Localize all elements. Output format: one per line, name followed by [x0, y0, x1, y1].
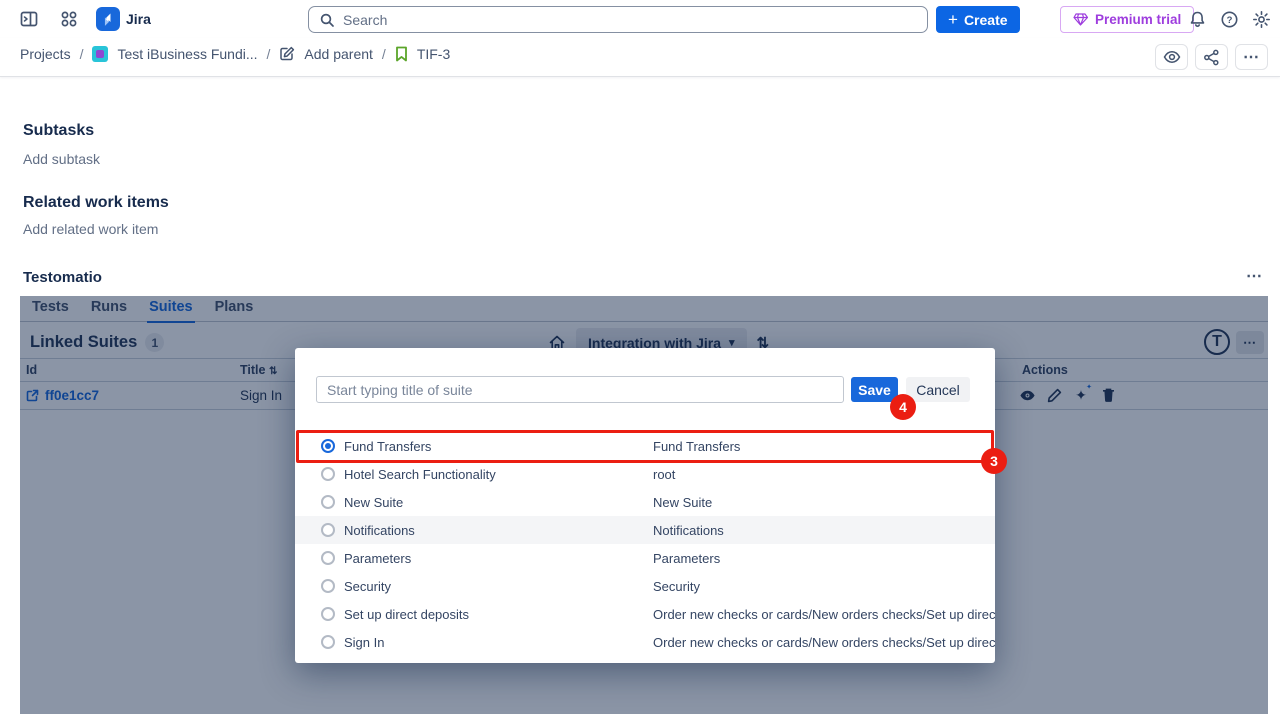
suite-option-new-suite[interactable]: New Suite New Suite: [295, 488, 995, 516]
related-work-items-heading: Related work items: [23, 194, 169, 212]
settings-gear-icon[interactable]: [1248, 6, 1274, 32]
cancel-button[interactable]: Cancel: [906, 377, 970, 402]
radio-icon[interactable]: [321, 523, 335, 537]
jira-home-link[interactable]: Jira: [96, 7, 151, 31]
breadcrumb-projects[interactable]: Projects: [20, 46, 71, 62]
svg-text:?: ?: [1226, 15, 1232, 26]
breadcrumb-project-name[interactable]: Test iBusiness Fundi...: [117, 46, 257, 62]
suite-option-hotel-search[interactable]: Hotel Search Functionality root: [295, 460, 995, 488]
create-button[interactable]: + Create: [936, 6, 1020, 33]
link-suite-modal: Save Cancel Fund Transfers Fund Transfer…: [295, 348, 995, 663]
search-placeholder: Search: [343, 12, 387, 28]
suite-option-partial[interactable]: [295, 656, 995, 663]
watch-eye-button[interactable]: [1155, 44, 1188, 70]
suite-option-fund-transfers[interactable]: Fund Transfers Fund Transfers: [295, 432, 995, 460]
notifications-bell-icon[interactable]: [1184, 6, 1210, 32]
breadcrumb: Projects / Test iBusiness Fundi... / Add…: [20, 46, 450, 62]
edit-icon: [279, 46, 295, 62]
breadcrumb-bar: Projects / Test iBusiness Fundi... / Add…: [0, 38, 1280, 77]
testomatio-heading: Testomatio: [23, 269, 102, 286]
help-icon[interactable]: ?: [1216, 6, 1242, 32]
save-button[interactable]: Save: [851, 377, 898, 402]
bookmark-icon: [395, 46, 408, 62]
suite-option-notifications[interactable]: Notifications Notifications: [295, 516, 995, 544]
testomatio-more-button[interactable]: ⋯: [1246, 266, 1264, 286]
jira-page: Jira Search + Create Premium trial ?: [0, 0, 1280, 720]
subtasks-heading: Subtasks: [23, 122, 94, 140]
top-nav-bar: Jira Search + Create Premium trial ?: [0, 0, 1280, 38]
add-related-work-item-link[interactable]: Add related work item: [23, 221, 158, 237]
annotation-step-4-badge: 4: [890, 394, 916, 420]
search-icon: [319, 12, 335, 28]
plus-icon: +: [948, 10, 958, 30]
add-subtask-link[interactable]: Add subtask: [23, 151, 100, 167]
project-avatar: [92, 46, 108, 62]
premium-trial-button[interactable]: Premium trial: [1060, 6, 1194, 33]
breadcrumb-issue-key[interactable]: TIF-3: [417, 46, 450, 62]
radio-icon[interactable]: [321, 635, 335, 649]
suite-option-direct-deposits[interactable]: Set up direct deposits Order new checks …: [295, 600, 995, 628]
radio-icon[interactable]: [321, 579, 335, 593]
jira-logo-icon: [96, 7, 120, 31]
radio-selected-icon[interactable]: [321, 439, 335, 453]
suite-option-sign-in[interactable]: Sign In Order new checks or cards/New or…: [295, 628, 995, 656]
suite-option-security[interactable]: Security Security: [295, 572, 995, 600]
breadcrumb-add-parent[interactable]: Add parent: [304, 46, 373, 62]
radio-icon[interactable]: [321, 495, 335, 509]
global-search-input[interactable]: Search: [308, 6, 928, 33]
radio-icon[interactable]: [321, 551, 335, 565]
diamond-icon: [1073, 13, 1088, 26]
sidebar-toggle-icon[interactable]: [16, 6, 42, 32]
suite-title-input[interactable]: [316, 376, 844, 403]
suite-options-list: Fund Transfers Fund Transfers Hotel Sear…: [295, 432, 995, 663]
annotation-step-3-badge: 3: [981, 448, 1007, 474]
more-actions-button[interactable]: ⋯: [1235, 44, 1268, 70]
radio-icon[interactable]: [321, 607, 335, 621]
radio-icon[interactable]: [321, 467, 335, 481]
app-title: Jira: [126, 11, 151, 27]
app-switcher-icon[interactable]: [56, 6, 82, 32]
suite-option-parameters[interactable]: Parameters Parameters: [295, 544, 995, 572]
share-button[interactable]: [1195, 44, 1228, 70]
